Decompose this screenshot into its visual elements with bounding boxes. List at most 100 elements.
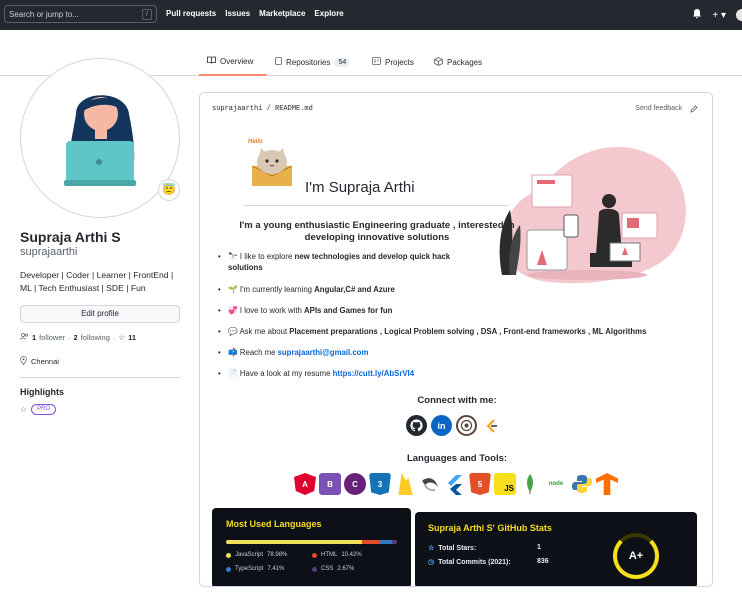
project-icon	[372, 57, 381, 67]
language-color-dot	[312, 566, 317, 572]
javascript-icon[interactable]: JS	[494, 473, 516, 495]
readme-path-user[interactable]: suprajaarthi	[212, 105, 262, 113]
language-bar-segment	[226, 540, 362, 544]
language-legend-item: TypeScript 7.41%	[226, 566, 284, 572]
language-bar-segment	[392, 540, 397, 544]
repositories-count: 54	[334, 57, 351, 67]
star-icon: ☆	[118, 333, 126, 342]
nodejs-icon[interactable]: node	[544, 473, 568, 495]
sidebar-divider	[20, 377, 180, 378]
nav-link-marketplace[interactable]: Marketplace	[259, 9, 305, 18]
tab-repositories-label: Repositories	[286, 57, 331, 67]
bootstrap-icon[interactable]: B	[319, 473, 341, 495]
create-new-dropdown[interactable]: + ▾	[712, 10, 726, 21]
firebase-icon[interactable]	[398, 473, 413, 495]
readme-path-file[interactable]: README.md	[275, 105, 313, 113]
readme-title: I'm Supraja Arthi	[305, 179, 415, 196]
nav-link-issues[interactable]: Issues	[225, 9, 250, 18]
list-item: 💬 Ask me about Placement preparations , …	[218, 326, 646, 337]
clock-icon: ◷	[428, 559, 435, 566]
github-icon[interactable]	[406, 415, 427, 436]
highlights-pro: ☆ PRO	[20, 404, 57, 415]
bootstrap-label: B	[327, 479, 333, 489]
pro-badge[interactable]: PRO	[31, 404, 57, 415]
flutter-icon[interactable]	[444, 473, 466, 495]
csharp-label: C	[352, 479, 358, 489]
resume-link[interactable]: https://cutt.ly/AbSrVI4	[333, 369, 414, 378]
tab-repositories[interactable]: Repositories 54	[275, 48, 351, 76]
language-legend-item: HTML 10.42%	[312, 552, 362, 558]
language-color-dot	[312, 552, 317, 558]
tab-projects[interactable]: Projects	[372, 48, 414, 76]
python-icon[interactable]	[571, 473, 593, 495]
feedback-area: Send feedback	[635, 105, 698, 115]
bullet-text: 🌱 I'm currently learning	[228, 285, 315, 294]
star-icon: ☆	[20, 405, 28, 414]
profile-avatar[interactable]	[20, 58, 180, 218]
bullet-text: 📄 Have a look at my resume	[228, 369, 333, 378]
user-avatar-menu[interactable]	[736, 9, 742, 21]
language-color-dot	[226, 566, 231, 572]
readme-card: suprajaarthi / README.md Send feedback H…	[199, 92, 713, 587]
codechef-icon[interactable]	[456, 415, 477, 436]
leetcode-icon[interactable]	[481, 415, 502, 436]
csharp-icon[interactable]: C	[344, 473, 366, 495]
follow-stats: 1 follower · 2 following · ☆ 11	[20, 333, 136, 342]
total-stars-row: ☆ Total Stars:	[428, 544, 476, 553]
gcc-icon[interactable]	[419, 473, 441, 495]
bell-icon[interactable]	[692, 8, 702, 22]
readme-path: suprajaarthi / README.md	[212, 105, 313, 113]
search-input[interactable]: Search or jump to... /	[4, 5, 157, 23]
edit-profile-button[interactable]: Edit profile	[20, 305, 180, 323]
angular-icon[interactable]: A	[294, 473, 316, 495]
profile-full-name: Supraja Arthi S	[20, 229, 121, 245]
nav-link-explore[interactable]: Explore	[314, 9, 343, 18]
languages-bar	[226, 540, 397, 544]
repo-icon	[275, 56, 282, 68]
bullet-bold: APIs and Games for fun	[304, 306, 393, 315]
send-feedback-link[interactable]: Send feedback	[635, 105, 682, 115]
profile-username: suprajaarthi	[20, 246, 78, 258]
stars-count[interactable]: 11	[128, 333, 136, 342]
tools-list: A B C 3 5 JS node	[294, 473, 618, 495]
dot-separator: ·	[68, 333, 71, 342]
total-stars-value: 1	[537, 544, 541, 551]
tab-overview[interactable]: Overview	[199, 48, 267, 76]
tensorflow-icon[interactable]	[596, 473, 618, 495]
location-label: Chennai	[31, 357, 59, 366]
profile-location: Chennai	[20, 356, 59, 367]
angular-label: A	[302, 479, 308, 489]
mongodb-icon[interactable]	[519, 473, 541, 495]
language-percent: 78.98%	[267, 552, 288, 558]
dot-separator: ·	[112, 333, 116, 342]
linkedin-label: in	[437, 420, 446, 431]
readme-intro: I'm a young enthusiastic Engineering gra…	[239, 220, 515, 243]
nodejs-label: node	[548, 481, 564, 487]
followers-count[interactable]: 1	[32, 333, 36, 342]
nav-link-pull-requests[interactable]: Pull requests	[166, 9, 216, 18]
bullet-text: 💞 I love to work with	[228, 306, 305, 315]
grade-ring: A+	[613, 533, 659, 579]
pencil-icon[interactable]	[690, 105, 698, 115]
html5-icon[interactable]: 5	[469, 473, 491, 495]
language-color-dot	[226, 552, 231, 558]
linkedin-icon[interactable]: in	[431, 415, 452, 436]
languages-card-title: Most Used Languages	[226, 519, 322, 529]
javascript-label: JS	[504, 484, 514, 493]
following-count[interactable]: 2	[74, 333, 78, 342]
tab-projects-label: Projects	[385, 57, 414, 67]
email-link[interactable]: suprajaarthi@gmail.com	[278, 348, 369, 357]
css3-label: 3	[377, 479, 383, 489]
list-item: 🔭 I like to explore new technologies and…	[218, 251, 468, 273]
followers-label[interactable]: follower	[39, 333, 65, 342]
bullet-bold: Angular,C# and Azure	[314, 285, 395, 294]
following-label[interactable]: following	[81, 333, 110, 342]
title-underline	[244, 205, 509, 206]
status-emoji-button[interactable]: 😇	[158, 179, 180, 201]
tab-packages[interactable]: Packages	[434, 48, 482, 76]
language-name: TypeScript	[235, 566, 264, 572]
grade-label: A+	[628, 550, 644, 562]
language-percent: 10.42%	[341, 552, 362, 558]
stats-card-title: Supraja Arthi S' GitHub Stats	[428, 523, 552, 533]
css3-icon[interactable]: 3	[369, 473, 391, 495]
